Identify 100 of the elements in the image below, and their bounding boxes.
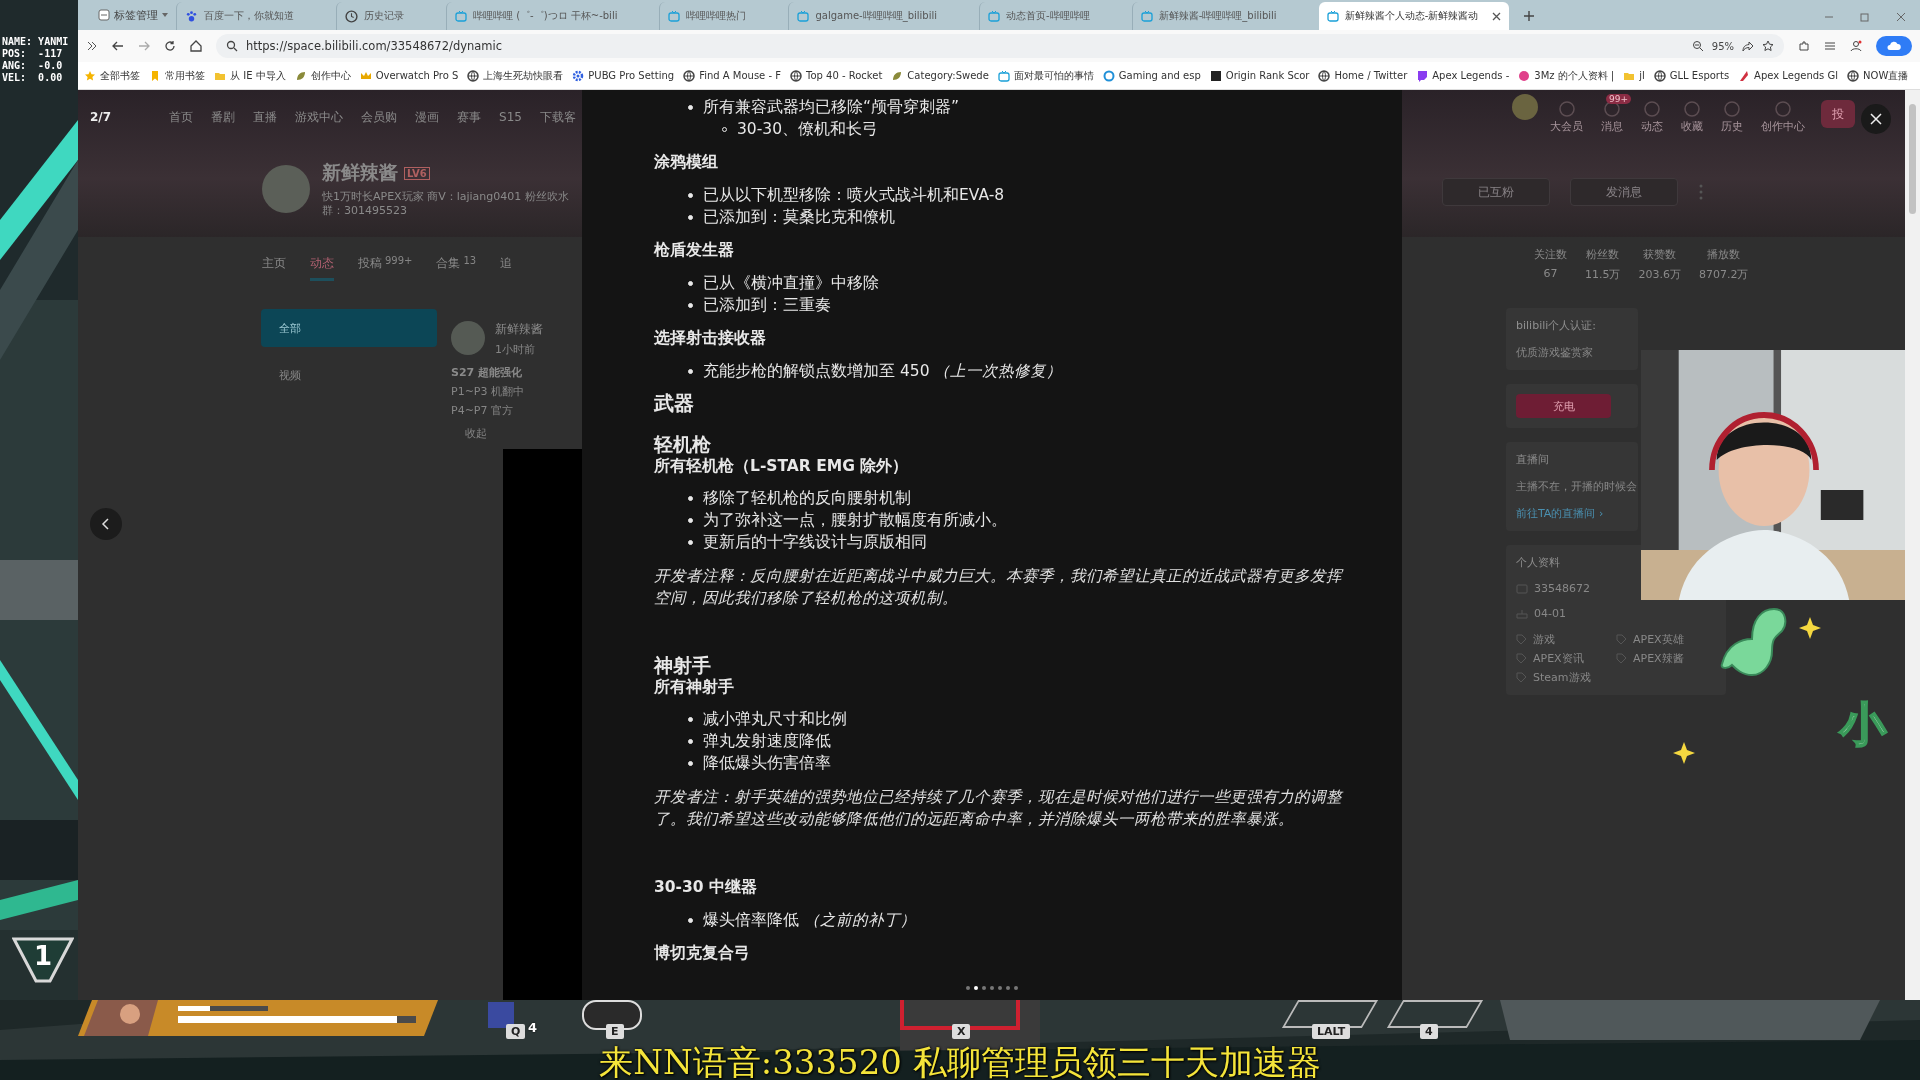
- star-icon[interactable]: [1762, 40, 1774, 52]
- new-tab-icon[interactable]: [1523, 10, 1536, 22]
- bookmark-item[interactable]: Overwatch Pro S: [359, 69, 459, 82]
- bookmark-item[interactable]: Find A Mouse - F: [683, 69, 781, 82]
- reload-icon[interactable]: [164, 40, 176, 52]
- clock-icon: [345, 9, 358, 23]
- key-hint: LALT: [1312, 1024, 1351, 1039]
- nav-icon: [1603, 100, 1621, 118]
- card-title: 个人资料: [1516, 555, 1560, 570]
- nav-link[interactable]: 赛事: [457, 108, 482, 126]
- user-signature: 快1万时长APEX玩家 商V：lajiang0401 粉丝吹水群：301495523: [322, 190, 570, 218]
- search-icon: [226, 40, 238, 52]
- live-room-link[interactable]: 前往TA的直播间 ›: [1516, 506, 1604, 521]
- nav-link[interactable]: S15: [499, 110, 522, 124]
- bookmark-item[interactable]: 从 IE 中导入: [214, 68, 286, 83]
- profile-tab[interactable]: 动态: [310, 255, 334, 281]
- bookmark-item[interactable]: Apex Legends -: [1416, 69, 1510, 82]
- tv-icon: [988, 10, 1001, 22]
- close-icon[interactable]: [1896, 12, 1906, 22]
- close-icon[interactable]: [1492, 11, 1502, 21]
- paw-icon: [185, 9, 198, 23]
- upload-button[interactable]: 投: [1821, 100, 1855, 128]
- pager-dot[interactable]: [1014, 986, 1018, 990]
- bookmark-item[interactable]: 创作中心: [294, 68, 351, 83]
- bookmark-item[interactable]: Home / Twitter: [1318, 69, 1408, 82]
- header-icon-link[interactable]: 消息 99+: [1595, 94, 1629, 134]
- header-icon-link[interactable]: 历史: [1715, 94, 1749, 134]
- profile-tab[interactable]: 追: [500, 255, 513, 281]
- header-icon-link[interactable]: 收藏: [1675, 94, 1709, 134]
- bookmark-item[interactable]: Apex Legends Gl: [1738, 69, 1839, 82]
- profile-tab[interactable]: 投稿 999+: [358, 255, 413, 281]
- tag-icon: [1516, 634, 1527, 645]
- stat-label: 粉丝数: [1586, 247, 1620, 262]
- cloud-button[interactable]: [1876, 36, 1912, 56]
- bookmark-item[interactable]: PUBG Pro Setting: [572, 69, 675, 82]
- user-icon[interactable]: [1850, 40, 1862, 52]
- bookmark-item[interactable]: Top 40 - Rocket: [790, 69, 883, 82]
- bookmark-item[interactable]: NOW直播: [1847, 68, 1909, 83]
- profile-tab[interactable]: 合集 13: [436, 255, 477, 281]
- developer-note: 开发者注释：反向腰射在近距离战斗中威力巨大。本赛季，我们希望让真正的近战武器有更多发挥空间，因此我们移除了轻机枪的这项机制。: [654, 566, 1345, 609]
- bookmark-item[interactable]: Gaming and esp: [1102, 69, 1201, 82]
- bookmark-item[interactable]: 上海生死劫快眼看: [467, 68, 564, 83]
- nav-link[interactable]: 首页: [169, 108, 194, 126]
- profile-tab[interactable]: 主页: [262, 255, 286, 281]
- category-subtitle: 所有神射手: [654, 677, 735, 698]
- category-subtitle: 所有轻机枪（L-STAR EMG 除外）: [654, 456, 910, 477]
- charge-button[interactable]: 充电: [1516, 394, 1611, 418]
- bookmark-item[interactable]: Category:Swede: [891, 69, 989, 82]
- header-icon-link[interactable]: 动态: [1635, 94, 1669, 134]
- bullet-icon: [688, 517, 693, 523]
- profile-action-button[interactable]: 已互粉: [1442, 178, 1550, 206]
- bullet-icon: [688, 104, 693, 110]
- bookmark-item[interactable]: GLL Esports: [1653, 69, 1730, 82]
- extensions-icon[interactable]: [1798, 40, 1810, 52]
- address-bar[interactable]: https://space.bilibili.com/33548672/dynamic 95%: [216, 34, 1784, 58]
- nav-link[interactable]: 番剧: [211, 108, 236, 126]
- share-icon[interactable]: [1742, 40, 1754, 52]
- tag-label: Steam游戏: [1533, 670, 1591, 685]
- filter-item[interactable]: 全部: [261, 309, 437, 347]
- header-icon-link[interactable]: 大会员: [1544, 94, 1589, 134]
- tab-manager-icon: [98, 9, 110, 21]
- pager-dot[interactable]: [1006, 986, 1010, 990]
- bookmark-item[interactable]: 面对最可怕的事情: [997, 68, 1094, 83]
- browser-tab[interactable]: 新鲜辣酱个人动态-新鲜辣酱动: [1318, 2, 1510, 30]
- previous-button[interactable]: [90, 508, 122, 540]
- bookmark-item[interactable]: jl: [1623, 69, 1645, 82]
- filter-item[interactable]: 视频: [261, 365, 437, 385]
- nav-link[interactable]: 下载客: [540, 108, 576, 126]
- collapse-link[interactable]: 收起: [451, 418, 487, 449]
- nav-link[interactable]: 游戏中心: [295, 108, 344, 126]
- nav-link[interactable]: 直播: [253, 108, 278, 126]
- bullet-icon: [688, 302, 693, 308]
- live-status-text: 主播不在，开播的时候会: [1516, 479, 1637, 494]
- bookmark-item[interactable]: Origin Rank Scor: [1209, 69, 1310, 82]
- tab-group-button[interactable]: 标签管理: [90, 2, 176, 28]
- back-icon[interactable]: [112, 40, 124, 52]
- nav-link[interactable]: 会员购: [361, 108, 398, 126]
- bookmark-item[interactable]: 常用书签: [149, 68, 205, 83]
- zoom-out-icon[interactable]: [1691, 40, 1704, 52]
- sticker-text: 小: [1840, 696, 1886, 753]
- profile-action-button[interactable]: 发消息: [1570, 178, 1678, 206]
- list-item: 降低爆头伤害倍率: [703, 753, 831, 774]
- notification-badge: 99+: [1606, 94, 1631, 104]
- globe-icon: [790, 69, 802, 82]
- nav-link[interactable]: 漫画: [415, 108, 440, 126]
- bookmark-item[interactable]: 全部书签: [84, 68, 140, 83]
- pager-dot[interactable]: [974, 986, 978, 990]
- header-icon-link[interactable]: 创作中心: [1755, 94, 1811, 134]
- pager-dot[interactable]: [998, 986, 1002, 990]
- nav-icon: [1723, 100, 1741, 118]
- chevrons-icon[interactable]: [86, 40, 98, 52]
- pager-dot[interactable]: [966, 986, 970, 990]
- pager-dot[interactable]: [982, 986, 986, 990]
- home-icon[interactable]: [190, 40, 202, 52]
- pager-dot[interactable]: [990, 986, 994, 990]
- restore-icon[interactable]: [1860, 12, 1870, 22]
- bookmark-item[interactable]: 3Mz 的个人资料 |: [1518, 68, 1615, 83]
- stat-label: 获赞数: [1643, 247, 1677, 262]
- menu-icon[interactable]: [1824, 40, 1836, 52]
- stat-value: 11.5万: [1585, 267, 1621, 282]
